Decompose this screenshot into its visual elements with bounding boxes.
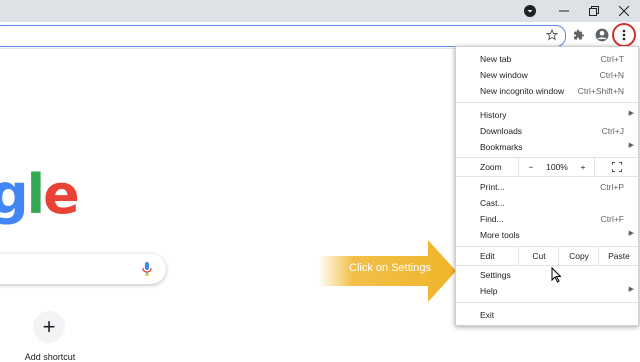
edit-row: Edit Cut Copy Paste <box>456 246 638 266</box>
menu-item-new-incognito[interactable]: New incognito window Ctrl+Shift+N <box>456 83 638 99</box>
menu-item-find[interactable]: Find... Ctrl+F <box>456 211 638 227</box>
restore-icon[interactable] <box>586 3 602 19</box>
callout-text: Click on Settings <box>349 262 431 274</box>
browser-toolbar <box>0 22 640 49</box>
menu-item-print[interactable]: Print... Ctrl+P <box>456 179 638 195</box>
fullscreen-button[interactable] <box>594 158 639 176</box>
menu-item-help[interactable]: Help ▶ <box>456 283 638 299</box>
add-shortcut-label: Add shortcut <box>24 352 76 362</box>
menu-item-cast[interactable]: Cast... <box>456 195 638 211</box>
address-bar[interactable] <box>0 25 566 47</box>
google-logo: gle <box>0 163 80 226</box>
microphone-icon[interactable] <box>142 262 152 276</box>
menu-item-history[interactable]: History ▶ <box>456 107 638 123</box>
star-icon[interactable] <box>545 28 559 42</box>
menu-separator <box>456 102 638 103</box>
fullscreen-icon <box>612 162 622 172</box>
extensions-icon[interactable] <box>572 28 586 42</box>
menu-item-new-tab[interactable]: New tab Ctrl+T <box>456 51 638 67</box>
chevron-right-icon: ▶ <box>628 142 634 149</box>
cut-button[interactable]: Cut <box>518 247 559 265</box>
title-bar <box>0 0 640 22</box>
menu-item-settings[interactable]: Settings <box>456 267 638 283</box>
chrome-menu: New tab Ctrl+T New window Ctrl+N New inc… <box>455 46 639 326</box>
menu-item-downloads[interactable]: Downloads Ctrl+J <box>456 123 638 139</box>
zoom-row: Zoom − 100% + <box>456 157 638 177</box>
account-icon[interactable] <box>594 27 610 43</box>
zoom-out-button[interactable]: − <box>518 158 543 176</box>
menu-item-exit[interactable]: Exit <box>456 307 638 323</box>
zoom-in-button[interactable]: + <box>572 158 594 176</box>
menu-item-new-window[interactable]: New window Ctrl+N <box>456 67 638 83</box>
more-vert-icon[interactable] <box>612 23 636 47</box>
mouse-cursor-icon <box>551 267 561 283</box>
minimize-icon[interactable] <box>556 3 572 19</box>
chevron-right-icon: ▶ <box>628 230 634 237</box>
plus-icon: + <box>42 314 56 339</box>
menu-separator <box>456 302 638 303</box>
close-icon[interactable] <box>616 3 632 19</box>
zoom-level: 100% <box>546 162 568 172</box>
paste-button[interactable]: Paste <box>598 247 639 265</box>
chevron-right-icon: ▶ <box>628 110 634 117</box>
add-shortcut-button[interactable]: + <box>33 311 65 343</box>
menu-item-bookmarks[interactable]: Bookmarks ▶ <box>456 139 638 155</box>
copy-button[interactable]: Copy <box>558 247 599 265</box>
profile-dropdown-icon[interactable] <box>522 3 538 19</box>
menu-item-more-tools[interactable]: More tools ▶ <box>456 227 638 243</box>
search-box[interactable] <box>0 254 166 284</box>
chevron-right-icon: ▶ <box>628 286 634 293</box>
